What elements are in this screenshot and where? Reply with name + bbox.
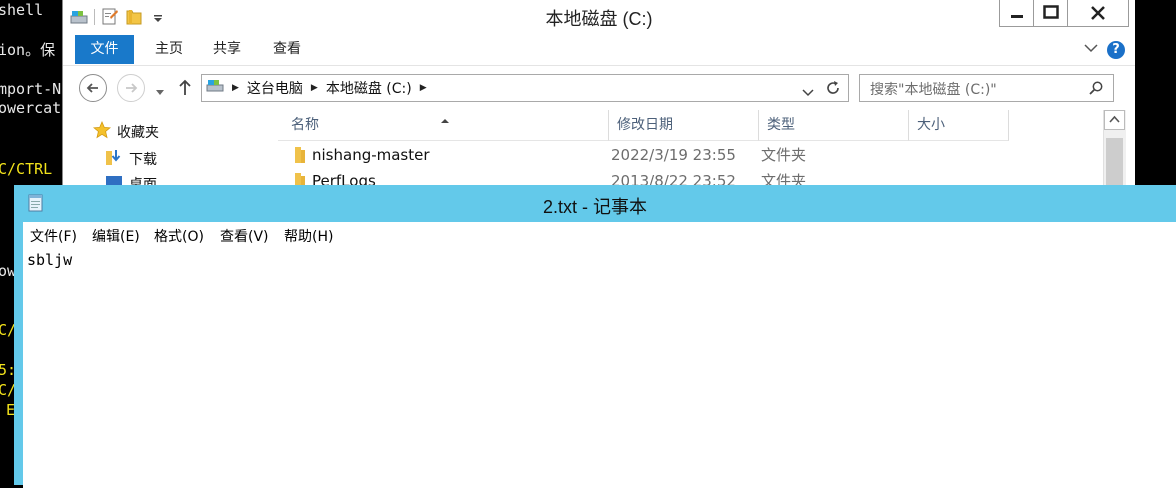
- recent-locations-icon[interactable]: [155, 82, 165, 101]
- forward-button[interactable]: [117, 74, 145, 102]
- maximize-button[interactable]: [1033, 0, 1068, 27]
- search-placeholder: 搜索"本地磁盘 (C:)": [870, 82, 997, 98]
- search-icon[interactable]: [1088, 80, 1104, 100]
- column-header-modified[interactable]: 修改日期: [609, 110, 759, 141]
- nav-item-favorites[interactable]: 收藏夹: [92, 120, 159, 143]
- file-list: 名称 修改日期 类型 大小 nishang-master 2022/3/19 2…: [268, 110, 1009, 185]
- folder-icon: [293, 172, 307, 185]
- file-name: PerfLogs: [312, 172, 376, 185]
- column-header-type[interactable]: 类型: [759, 110, 909, 141]
- explorer-titlebar[interactable]: 本地磁盘 (C:): [63, 0, 1135, 35]
- close-button[interactable]: [1067, 0, 1129, 27]
- computer-icon: [206, 78, 224, 98]
- nav-item-desktop[interactable]: 桌面: [105, 174, 157, 185]
- menu-bar: 文件(F) 编辑(E) 格式(O) 查看(V) 帮助(H): [23, 222, 1176, 249]
- ribbon-controls: ?: [1083, 40, 1125, 60]
- tab-view[interactable]: 查看: [263, 35, 311, 64]
- window-title: 本地磁盘 (C:): [545, 9, 653, 29]
- refresh-icon[interactable]: [824, 79, 842, 101]
- help-icon[interactable]: ?: [1107, 41, 1125, 59]
- file-modified: 2022/3/19 23:55: [611, 146, 736, 164]
- file-row[interactable]: nishang-master 2022/3/19 23:55 文件夹: [268, 142, 1008, 168]
- navigation-pane: 收藏夹 下载 桌面: [63, 110, 268, 185]
- column-header-name[interactable]: 名称: [278, 110, 609, 141]
- ribbon-tabs: 文件 主页 共享 查看 ?: [63, 35, 1135, 64]
- tab-file[interactable]: 文件: [75, 35, 134, 64]
- breadcrumb-separator-icon[interactable]: ▶: [420, 83, 427, 93]
- star-icon: [92, 120, 112, 143]
- menu-file[interactable]: 文件(F): [30, 226, 77, 246]
- desktop-icon: [105, 175, 123, 185]
- console-line: mport-N: [0, 80, 62, 98]
- address-bar[interactable]: ▶ 这台电脑 ▶ 本地磁盘 (C:) ▶: [201, 74, 849, 102]
- file-type: 文件夹: [761, 146, 807, 164]
- breadcrumb: ▶ 这台电脑 ▶ 本地磁盘 (C:) ▶: [206, 75, 435, 101]
- address-dropdown-icon[interactable]: [802, 83, 814, 102]
- menu-view[interactable]: 查看(V): [220, 226, 269, 246]
- document-text: sbljw: [27, 251, 73, 269]
- menu-format[interactable]: 格式(O): [154, 226, 204, 246]
- up-arrow-icon[interactable]: [177, 78, 193, 100]
- console-line: shell: [0, 1, 44, 19]
- breadcrumb-separator-icon[interactable]: ▶: [311, 83, 318, 93]
- notepad-title: 2.txt - 记事本: [542, 197, 647, 217]
- file-type: 文件夹: [761, 172, 807, 185]
- file-modified: 2013/8/22 23:52: [611, 172, 736, 185]
- expand-ribbon-icon[interactable]: [1083, 40, 1099, 60]
- breadcrumb-this-pc[interactable]: 这台电脑: [247, 78, 303, 98]
- console-line: ion。保: [0, 41, 56, 59]
- downloads-folder-icon: [105, 148, 123, 170]
- nav-item-label: 桌面: [129, 177, 157, 185]
- file-row[interactable]: PerfLogs 2013/8/22 23:52 文件夹: [268, 168, 1008, 185]
- minimize-button[interactable]: [999, 0, 1034, 27]
- back-button[interactable]: [79, 74, 107, 102]
- text-editor-area[interactable]: sbljw: [23, 248, 1176, 488]
- breadcrumb-separator-icon[interactable]: ▶: [232, 83, 239, 93]
- menu-help[interactable]: 帮助(H): [284, 226, 333, 246]
- search-input[interactable]: 搜索"本地磁盘 (C:)": [859, 74, 1114, 102]
- notepad-window: 2.txt - 记事本 文件(F) 编辑(E) 格式(O) 查看(V) 帮助(H…: [14, 185, 1176, 488]
- scroll-up-icon[interactable]: [1104, 110, 1125, 130]
- explorer-window: 本地磁盘 (C:) 文件 主页 共享 查看 ? ▶ 这台电脑 ▶ 本地磁盘 (C…: [62, 0, 1135, 185]
- column-header-size[interactable]: 大小: [909, 110, 1009, 141]
- file-name: nishang-master: [312, 146, 430, 164]
- vertical-scrollbar[interactable]: [1103, 110, 1126, 185]
- nav-item-label: 收藏夹: [117, 125, 159, 141]
- tab-home[interactable]: 主页: [143, 35, 195, 64]
- console-line: C/CTRL: [0, 160, 53, 178]
- console-line: owercat: [0, 99, 62, 117]
- nav-item-downloads[interactable]: 下载: [105, 148, 157, 170]
- tab-share[interactable]: 共享: [203, 35, 251, 64]
- nav-item-label: 下载: [129, 152, 157, 168]
- address-row: ▶ 这台电脑 ▶ 本地磁盘 (C:) ▶ 搜索"本地磁盘 (C:)": [63, 65, 1135, 111]
- menu-edit[interactable]: 编辑(E): [92, 226, 140, 246]
- breadcrumb-local-disk[interactable]: 本地磁盘 (C:): [326, 78, 412, 98]
- scroll-thumb[interactable]: [1106, 138, 1123, 185]
